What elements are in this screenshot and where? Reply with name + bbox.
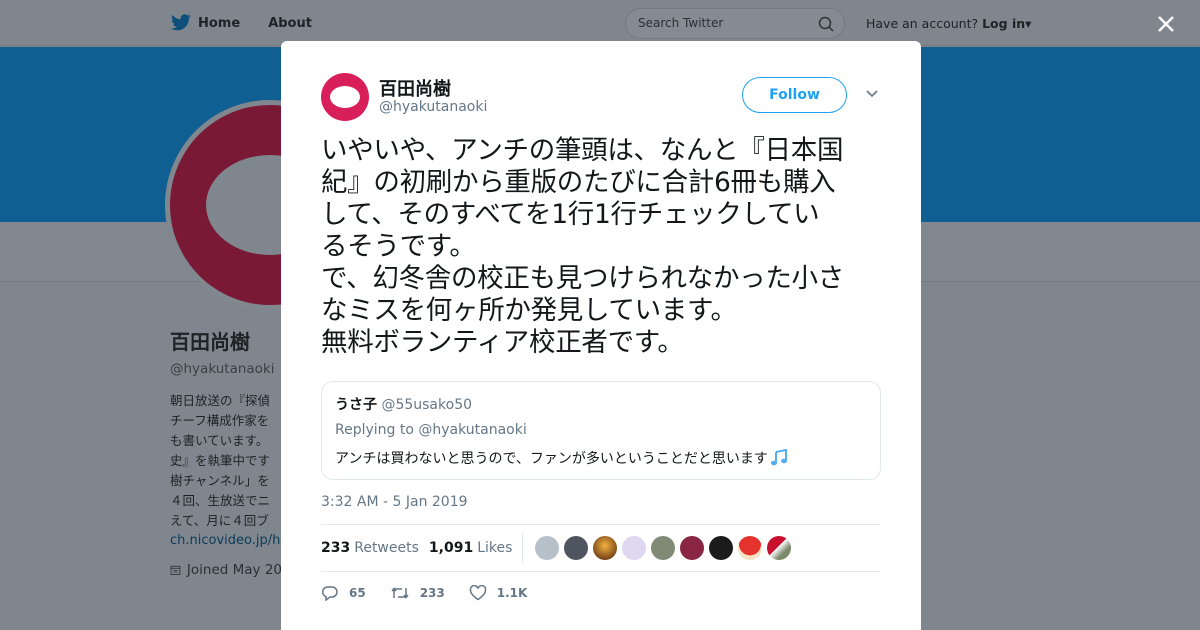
musical-notes-icon	[770, 449, 787, 466]
profile-bio: 朝日放送の『探偵 チーフ構成作家を も書いています。 史』を執筆中です 樹チャン…	[170, 391, 282, 531]
liker-avatars	[535, 536, 792, 560]
retweet-button[interactable]: 233	[390, 585, 445, 601]
nav-links: Home About	[170, 0, 340, 46]
close-icon[interactable]	[1156, 14, 1176, 34]
bio-line: ４回、生放送でニ	[170, 493, 271, 508]
login-caret-icon: ▾	[1025, 16, 1032, 31]
likes-label: Likes	[477, 540, 513, 556]
bio-line: も書いています。	[170, 433, 269, 448]
search-placeholder: Search Twitter	[638, 16, 724, 30]
likes-stat[interactable]: 1,091 Likes	[429, 540, 513, 556]
bio-line: 樹チャンネル」を	[170, 473, 270, 488]
about-link[interactable]: About	[268, 16, 312, 31]
retweets-stat[interactable]: 233 Retweets	[321, 540, 419, 556]
like-count: 1.1K	[496, 586, 528, 600]
retweet-count: 233	[419, 586, 445, 600]
account-prompt: Have an account? Log in▾	[866, 16, 1031, 31]
reply-button[interactable]: 65	[321, 585, 366, 601]
reply-count: 65	[349, 586, 366, 600]
liker-avatar[interactable]	[622, 536, 647, 560]
login-link[interactable]: Log in	[982, 16, 1025, 31]
retweet-icon	[391, 587, 409, 599]
bio-line: 史』を執筆中です	[170, 453, 271, 468]
like-button[interactable]: 1.1K	[469, 585, 528, 601]
profile-name: 百田尚樹	[170, 330, 250, 354]
liker-avatar[interactable]	[767, 536, 792, 560]
retweets-label: Retweets	[354, 540, 419, 556]
liker-avatar[interactable]	[738, 536, 763, 560]
joined-text: Joined May 20	[186, 562, 282, 578]
tweet-author: 百田尚樹 @hyakutanaoki Follow	[321, 73, 881, 127]
liker-avatar[interactable]	[535, 536, 560, 560]
profile-link[interactable]: ch.nicovideo.jp/hy	[170, 533, 282, 548]
bio-line: チーフ構成作家を	[170, 413, 270, 428]
search-input[interactable]: Search Twitter	[625, 8, 845, 39]
stats-divider	[522, 533, 524, 563]
tweet-timestamp[interactable]: 3:32 AM - 5 Jan 2019	[321, 494, 881, 510]
profile-handle: @hyakutanaoki	[170, 361, 275, 377]
home-link[interactable]: Home	[198, 16, 240, 31]
quote-text: アンチは買わないと思うので、ファンが多いということだと思います	[335, 451, 768, 467]
liker-avatar[interactable]	[680, 536, 705, 560]
search-icon[interactable]	[818, 16, 834, 32]
quote-text-row: アンチは買わないと思うので、ファンが多いということだと思います	[335, 448, 868, 468]
likes-count: 1,091	[428, 540, 474, 556]
follow-button[interactable]: Follow	[742, 77, 847, 113]
quote-header: うさ子 @55usako50	[335, 394, 868, 414]
bio-line: 朝日放送の『探偵	[170, 393, 271, 408]
twitter-bird-icon[interactable]	[170, 14, 192, 32]
chevron-down-icon[interactable]	[865, 89, 879, 99]
have-account-text: Have an account?	[866, 16, 979, 31]
profile-joined: Joined May 20	[170, 562, 282, 578]
retweets-count: 233	[321, 540, 351, 556]
quoted-tweet[interactable]: うさ子 @55usako50 Replying to @hyakutanaoki…	[321, 381, 881, 480]
reply-icon	[321, 586, 338, 601]
author-name[interactable]: 百田尚樹	[379, 75, 451, 101]
tweet-text: いやいや、アンチの筆頭は、なんと『日本国 紀』の初刷から重版のたびに合計6冊も購…	[321, 135, 844, 358]
quote-author-handle: @55usako50	[381, 397, 473, 413]
tweet-modal: 百田尚樹 @hyakutanaoki Follow いやいや、アンチの筆頭は、な…	[281, 41, 921, 630]
liker-avatar[interactable]	[651, 536, 676, 560]
heart-icon	[469, 585, 487, 601]
liker-avatar[interactable]	[564, 536, 589, 560]
bio-line: えて、月に４回ブ	[170, 513, 269, 528]
liker-avatar[interactable]	[709, 536, 734, 560]
tweet-stats: 233 Retweets 1,091 Likes	[321, 524, 881, 572]
calendar-icon	[170, 565, 181, 575]
liker-avatar[interactable]	[593, 536, 618, 560]
top-navigation-bar: Home About Search Twitter Have an accoun…	[0, 0, 1200, 46]
profile-sidebar: 百田尚樹 @hyakutanaoki 朝日放送の『探偵 チーフ構成作家を も書い…	[170, 326, 282, 578]
author-handle[interactable]: @hyakutanaoki	[379, 99, 487, 115]
tweet-actions: 65 233 1.1K	[321, 572, 881, 614]
quote-author-name: うさ子	[335, 397, 377, 413]
quote-replying-to: Replying to @hyakutanaoki	[335, 422, 527, 438]
author-avatar[interactable]	[321, 73, 369, 121]
